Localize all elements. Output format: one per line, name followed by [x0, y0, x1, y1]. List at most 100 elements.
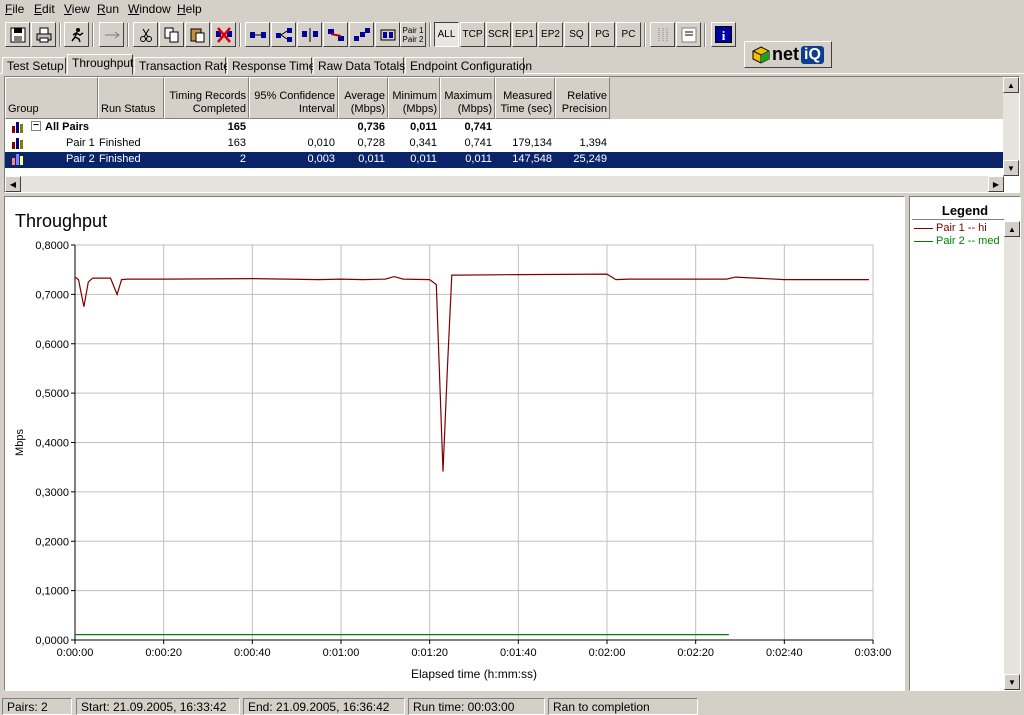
scroll-down-icon[interactable]: ▼ [1003, 160, 1019, 176]
y-tick-label: 0,3000 [35, 487, 69, 499]
filter-tcp-button[interactable]: TCP [460, 22, 485, 47]
filter-ep1-button[interactable]: EP1 [512, 22, 537, 47]
column-measured-time[interactable]: Measured Time (sec) [495, 77, 555, 119]
y-tick-label: 0,8000 [35, 240, 69, 252]
x-tick-label: 0:03:00 [855, 647, 892, 659]
column-run-status[interactable]: Run Status [98, 77, 164, 119]
table-row-all-pairs[interactable]: − All Pairs 165 0,736 0,011 0,741 [5, 120, 1004, 136]
legend-title: Legend [941, 203, 989, 218]
y-tick-label: 0,6000 [35, 339, 69, 351]
filter-scr-button[interactable]: SCR [486, 22, 511, 47]
pair-icon [249, 31, 266, 38]
scroll-left-icon[interactable]: ◀ [5, 176, 21, 192]
tab-transaction-rate[interactable]: Transaction Rate [134, 57, 230, 74]
y-tick-label: 0,0000 [35, 635, 69, 647]
network-button[interactable] [349, 22, 374, 47]
column-relative-precision[interactable]: Relative Precision [555, 77, 610, 119]
multicast-icon [275, 27, 292, 42]
edit-pair-button[interactable] [297, 22, 322, 47]
swap-icon [380, 29, 395, 40]
tab-raw-data-totals[interactable]: Raw Data Totals [313, 57, 405, 74]
y-tick-label: 0,4000 [35, 438, 69, 450]
series-line-1 [74, 273, 869, 472]
print-button[interactable] [31, 22, 56, 47]
tab-throughput[interactable]: Throughput [67, 54, 133, 75]
status-bar: Pairs: 2 Start: 21.09.2005, 16:33:42 End… [0, 697, 1024, 715]
x-tick-label: 0:00:00 [57, 647, 94, 659]
filter-all-button[interactable]: ALL [434, 22, 459, 47]
tab-test-setup[interactable]: Test Setup [2, 57, 66, 74]
filter-ep2-button[interactable]: EP2 [538, 22, 563, 47]
pair-label-1: Pair 1 [402, 25, 424, 35]
pair-label-button[interactable]: Pair 1 Pair 2 [400, 22, 426, 47]
scroll-right-icon[interactable]: ▶ [988, 176, 1004, 192]
column-average[interactable]: Average (Mbps) [338, 77, 388, 119]
toolbar: Pair 1 Pair 2 ALL TCP SCR EP1 EP2 SQ PG … [0, 19, 1024, 68]
runner-icon [70, 27, 83, 42]
printer-icon [36, 27, 51, 42]
table-row-pair-2[interactable]: Pair 2 Finished 2 0,003 0,011 0,011 0,01… [5, 152, 1004, 168]
collapse-toggle[interactable]: − [31, 121, 41, 131]
run-button[interactable] [64, 22, 89, 47]
stop-icon [104, 31, 120, 38]
filter-sq-button[interactable]: SQ [564, 22, 589, 47]
table-row-pair-1[interactable]: Pair 1 Finished 163 0,010 0,728 0,341 0,… [5, 136, 1004, 152]
scroll-up-icon[interactable]: ▲ [1003, 77, 1019, 93]
tab-response-time[interactable]: Response Time [227, 57, 315, 74]
filter-pg-button[interactable]: PG [590, 22, 615, 47]
copy-button[interactable] [159, 22, 184, 47]
scroll-up-icon[interactable]: ▲ [1004, 221, 1020, 237]
swap-button[interactable] [375, 22, 400, 47]
delete-button[interactable] [211, 22, 236, 47]
paste-button[interactable] [185, 22, 210, 47]
column-group[interactable]: Group [5, 77, 98, 119]
list-view-button[interactable] [676, 22, 701, 47]
save-button[interactable] [5, 22, 30, 47]
menu-bar: File Edit View Run Window Help [0, 0, 1024, 18]
script-icon [327, 28, 344, 41]
status-end: End: 21.09.2005, 16:36:42 [243, 698, 405, 715]
multicast-button[interactable] [271, 22, 296, 47]
cut-button[interactable] [133, 22, 158, 47]
throughput-chart: 0:00:00 0:00:20 0:00:40 0:01:00 0:01:20 0:01:… [14, 240, 892, 681]
edit-pair-icon [301, 27, 318, 42]
pair-chart-icon [12, 122, 24, 133]
x-tick-label: 0:01:00 [323, 647, 360, 659]
stop-button[interactable] [99, 22, 124, 47]
grid-vertical-scrollbar[interactable]: ▲ ▼ [1003, 77, 1019, 176]
column-maximum[interactable]: Maximum (Mbps) [440, 77, 495, 119]
x-tick-label: 0:01:40 [500, 647, 537, 659]
column-minimum[interactable]: Minimum (Mbps) [388, 77, 440, 119]
pair-button[interactable] [245, 22, 270, 47]
y-tick-label: 0,1000 [35, 586, 69, 598]
y-tick-label: 0,2000 [35, 536, 69, 548]
grid-view-button[interactable] [650, 22, 675, 47]
status-pairs: Pairs: 2 [2, 698, 72, 715]
legend-item-pair-2[interactable]: Pair 2 -- med [914, 235, 1000, 247]
status-runtime: Run time: 00:03:00 [408, 698, 545, 715]
script-button[interactable] [323, 22, 348, 47]
y-tick-label: 0,7000 [35, 289, 69, 301]
x-tick-label: 0:01:20 [411, 647, 448, 659]
column-timing-records[interactable]: Timing Records Completed [164, 77, 249, 119]
tab-endpoint-configuration[interactable]: Endpoint Configuration [405, 57, 532, 74]
filter-pc-button[interactable]: PC [616, 22, 641, 47]
dotted-grid-icon [658, 27, 667, 42]
menu-view[interactable]: View [64, 2, 90, 16]
legend-item-pair-1[interactable]: Pair 1 -- hi [914, 222, 987, 234]
info-button[interactable]: i [711, 22, 736, 47]
menu-run[interactable]: Run [97, 2, 119, 16]
menu-window[interactable]: Window [128, 2, 171, 16]
grid-horizontal-scrollbar[interactable]: ◀ ▶ [5, 176, 1004, 192]
legend-scrollbar[interactable]: ▲ ▼ [1004, 221, 1020, 690]
y-tick-label: 0,5000 [35, 388, 69, 400]
column-confidence-interval[interactable]: 95% Confidence Interval [249, 77, 338, 119]
status-start: Start: 21.09.2005, 16:33:42 [76, 698, 240, 715]
paste-icon [190, 28, 204, 42]
chart-panel: Throughput 0:00:00 0:00:20 0:00:40 0:01:00 0… [4, 196, 905, 691]
x-axis-label: Elapsed time (h:mm:ss) [411, 667, 537, 681]
menu-file[interactable]: File [5, 2, 24, 16]
menu-help[interactable]: Help [177, 2, 202, 16]
menu-edit[interactable]: Edit [34, 2, 55, 16]
scroll-down-icon[interactable]: ▼ [1004, 674, 1020, 690]
